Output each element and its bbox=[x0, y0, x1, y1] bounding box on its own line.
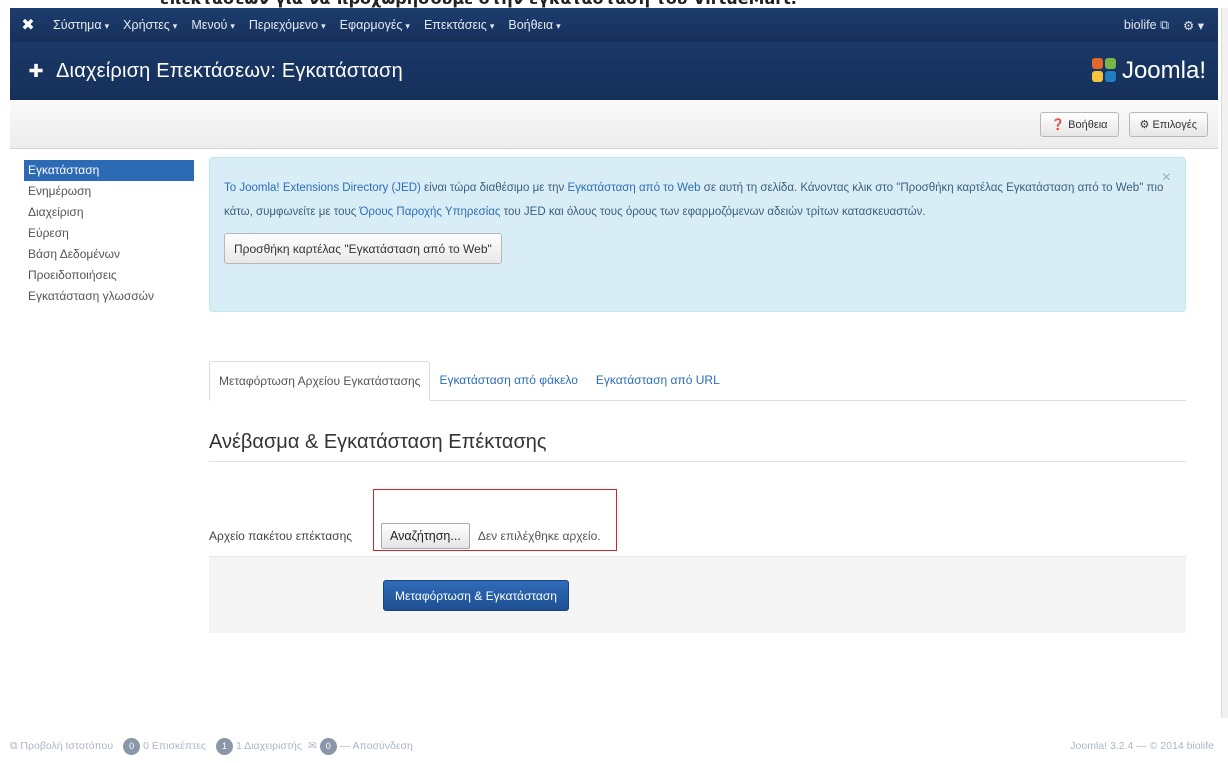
browse-button[interactable]: Αναζήτηση... bbox=[381, 523, 470, 549]
caret-down-icon: ▾ bbox=[1197, 18, 1204, 33]
top-navbar: ✖ Σύστημα ▾ Χρήστες ▾ Μενού ▾ Περιεχόμενο ▾ … bbox=[10, 8, 1218, 42]
sidebar: Εγκατάσταση Ενημέρωση Διαχείριση Εύρεση … bbox=[24, 160, 194, 307]
menu-users[interactable]: Χρήστες ▾ bbox=[116, 18, 184, 32]
close-icon[interactable]: × bbox=[1162, 166, 1171, 190]
messages-badge: 0 bbox=[319, 737, 337, 755]
upload-install-button[interactable]: Μεταφόρτωση & Εγκατάσταση bbox=[383, 580, 569, 611]
gear-icon: ⚙ bbox=[1139, 118, 1150, 131]
question-circle-icon: ❓ bbox=[1051, 118, 1066, 131]
caret-down-icon: ▾ bbox=[104, 21, 110, 31]
jed-info-alert: × Το Joomla! Extensions Directory (JED) … bbox=[209, 157, 1186, 312]
package-file-label: Αρχείο πακέτου επέκτασης bbox=[209, 529, 353, 543]
topnav-right: biolife ⧉ ⚙ ▾ bbox=[1124, 18, 1218, 33]
options-button[interactable]: ⚙ Επιλογές bbox=[1128, 111, 1208, 137]
page-title: Διαχείριση Επεκτάσεων: Εγκατάσταση bbox=[56, 59, 403, 82]
version-text: Joomla! 3.2.4 — © 2014 biolife bbox=[1070, 740, 1214, 752]
sidebar-item-database[interactable]: Βάση Δεδομένων bbox=[24, 244, 194, 265]
caret-down-icon: ▾ bbox=[489, 21, 495, 31]
sidebar-item-warnings[interactable]: Προειδοποιήσεις bbox=[24, 265, 194, 286]
tab-install-from-folder[interactable]: Εγκατάσταση από φάκελο bbox=[430, 361, 586, 401]
menu-system[interactable]: Σύστημα ▾ bbox=[46, 18, 116, 32]
joomla-logo-icon[interactable]: ✖ bbox=[10, 15, 46, 35]
sidebar-item-discover[interactable]: Εύρεση bbox=[24, 223, 194, 244]
alert-message: Το Joomla! Extensions Directory (JED) εί… bbox=[224, 182, 1164, 218]
envelope-icon: ✉ bbox=[307, 740, 317, 752]
caret-down-icon: ▾ bbox=[405, 21, 410, 31]
scrollbar[interactable] bbox=[1221, 8, 1228, 718]
joomla-mark-icon bbox=[1091, 58, 1118, 84]
menu-content[interactable]: Περιεχόμενο ▾ bbox=[242, 18, 333, 32]
jed-link[interactable]: Το Joomla! Extensions Directory (JED) bbox=[224, 182, 421, 194]
tab-upload-package[interactable]: Μεταφόρτωση Αρχείου Εγκατάστασης bbox=[209, 361, 431, 401]
admins-count: 1 Διαχειριστής bbox=[236, 740, 302, 752]
menu-menus[interactable]: Μενού ▾ bbox=[184, 18, 242, 32]
page-header: ✚ Διαχείριση Επεκτάσεων: Εγκατάσταση Joo… bbox=[10, 42, 1218, 100]
menu-help[interactable]: Βοήθεια ▾ bbox=[501, 18, 567, 32]
caption-text: επεκτάσεων για να προχωρήσουμε στην εγκα… bbox=[160, 0, 797, 8]
sidebar-item-install-languages[interactable]: Εγκατάσταση γλωσσών bbox=[24, 286, 194, 307]
caret-down-icon: ▾ bbox=[172, 21, 178, 31]
form-actions: Μεταφόρτωση & Εγκατάσταση bbox=[209, 556, 1186, 633]
user-settings-menu[interactable]: ⚙ ▾ bbox=[1183, 18, 1204, 33]
main-menu: Σύστημα ▾ Χρήστες ▾ Μενού ▾ Περιεχόμενο ▾ Εφ… bbox=[46, 18, 568, 32]
preview-site-link[interactable]: Προβολή Ιστοτόπου bbox=[20, 740, 113, 752]
sidebar-item-install[interactable]: Εγκατάσταση bbox=[24, 160, 194, 181]
help-button[interactable]: ❓ Βοήθεια bbox=[1040, 111, 1119, 137]
section-title: Ανέβασμα & Εγκατάσταση Επέκτασης bbox=[209, 431, 547, 453]
visitors-badge: 0 bbox=[123, 737, 141, 755]
visitors-count: 0 Επισκέπτες bbox=[143, 740, 206, 752]
install-from-web-link[interactable]: Εγκατάσταση από το Web bbox=[567, 182, 700, 194]
caret-down-icon: ▾ bbox=[230, 21, 235, 31]
sidebar-item-manage[interactable]: Διαχείριση bbox=[24, 202, 194, 223]
admins-badge: 1 bbox=[216, 737, 233, 755]
file-upload-row: Αρχείο πακέτου επέκτασης Αναζήτηση... Δε… bbox=[209, 518, 1186, 554]
menu-extensions[interactable]: Επεκτάσεις ▾ bbox=[417, 18, 501, 32]
terms-of-service-link[interactable]: Όρους Παροχής Υπηρεσίας bbox=[360, 206, 501, 218]
divider bbox=[209, 461, 1186, 462]
site-link[interactable]: biolife ⧉ bbox=[1124, 18, 1169, 33]
external-link-icon: ⧉ bbox=[10, 739, 18, 752]
sidebar-item-update[interactable]: Ενημέρωση bbox=[24, 181, 194, 202]
status-footer: ⧉ Προβολή Ιστοτόπου 0 0 Επισκέπτες 1 1 Δ… bbox=[10, 733, 1218, 759]
tab-install-from-url[interactable]: Εγκατάσταση από URL bbox=[587, 361, 729, 401]
install-tabs: Μεταφόρτωση Αρχείου Εγκατάστασης Εγκατάσ… bbox=[209, 361, 1186, 401]
menu-components[interactable]: Εφαρμογές ▾ bbox=[333, 18, 417, 32]
brand-text: Joomla! bbox=[1121, 57, 1206, 84]
caret-down-icon: ▾ bbox=[556, 21, 561, 31]
toolbar: ❓ Βοήθεια ⚙ Επιλογές bbox=[10, 100, 1218, 149]
joomla-brand: Joomla! bbox=[1091, 57, 1206, 85]
document-caption: επεκτάσεων για να προχωρήσουμε στην εγκα… bbox=[0, 0, 1228, 8]
external-link-icon: ⧉ bbox=[1160, 17, 1170, 32]
no-file-selected-text: Δεν επιλέχθηκε αρχείο. bbox=[477, 529, 601, 543]
logout-link[interactable]: — Αποσύνδεση bbox=[340, 740, 413, 752]
gear-icon: ⚙ bbox=[1183, 18, 1195, 33]
caret-down-icon: ▾ bbox=[321, 21, 326, 31]
puzzle-icon: ✚ bbox=[28, 60, 44, 81]
add-web-install-tab-button[interactable]: Προσθήκη καρτέλας "Εγκατάσταση από το We… bbox=[224, 233, 502, 264]
